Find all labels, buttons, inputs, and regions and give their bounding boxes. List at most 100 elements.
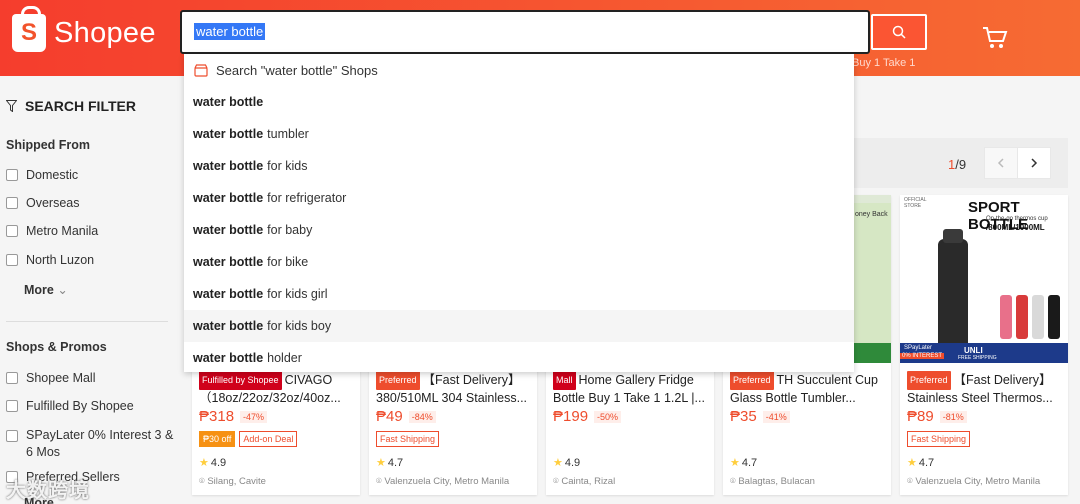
suggestion-item[interactable]: water bottle for baby	[184, 214, 854, 246]
product-rating: ★ 4.9	[199, 456, 226, 470]
checkbox[interactable]	[6, 197, 18, 209]
product-title-text: Home Gallery Fridge Bottle Buy 1 Take 1 …	[553, 373, 705, 405]
shipped-from-title: Shipped From	[6, 138, 91, 152]
product-title: Preferred 【Fast Delivery】Stainless Steel …	[907, 371, 1063, 405]
search-filter-sidebar: SEARCH FILTER Shipped From Domestic Over…	[0, 76, 180, 504]
product-card[interactable]: OFFICIAL STORE SPORT BOTTLE On-the-go th…	[900, 195, 1068, 495]
star-icon: ★	[907, 457, 917, 469]
product-rating: ★ 4.9	[553, 456, 581, 470]
shopee-logo[interactable]: S Shopee	[12, 6, 156, 52]
chevron-right-icon	[1031, 158, 1038, 168]
more-label: More	[24, 283, 54, 297]
search-input[interactable]: water bottle	[180, 10, 870, 54]
product-image-band	[851, 343, 891, 363]
checkbox[interactable]	[6, 372, 18, 384]
checkbox[interactable]	[6, 430, 18, 442]
checkbox[interactable]	[6, 169, 18, 181]
location-text: Valenzuela City, Metro Manila	[384, 476, 510, 487]
watermark: 大数跨境	[6, 480, 90, 502]
star-icon: ★	[730, 457, 740, 469]
suggestion-item[interactable]: water bottle tumbler	[184, 118, 854, 150]
divider	[6, 321, 168, 322]
suggestion-rest: for refrigerator	[267, 191, 347, 205]
search-icon	[892, 25, 906, 39]
product-title: Fulfilled by Shopee CIVAGO （18oz/22oz/32o…	[199, 371, 355, 405]
sport-bottle-sub: On-the-go thermos cup	[986, 216, 1048, 222]
star-icon: ★	[376, 457, 386, 469]
suggestion-bold: water bottle	[193, 159, 264, 173]
suggestion-bold: water bottle	[193, 287, 264, 301]
product-image: OFFICIAL STORE SPORT BOTTLE On-the-go th…	[900, 195, 1068, 363]
filter-option-spaylater[interactable]: SPayLater 0% Interest 3 & 6 Mos	[6, 427, 174, 461]
search-input-value: water bottle	[194, 23, 266, 40]
product-badges: Fast Shipping	[907, 431, 971, 447]
voucher-badge: ₱30 off	[199, 431, 236, 447]
product-image-bottle-silver	[1032, 295, 1044, 339]
product-rating: ★ 4.7	[730, 456, 757, 470]
prev-page-button[interactable]	[984, 147, 1018, 179]
product-title: Mall Home Gallery Fridge Bottle Buy 1 Tak…	[553, 371, 709, 405]
discount-badge: -41%	[762, 410, 790, 423]
chevron-left-icon	[997, 158, 1004, 168]
product-price: ₱35	[730, 408, 757, 425]
product-price: ₱199	[553, 408, 589, 425]
search-button[interactable]	[871, 14, 927, 50]
product-price: ₱89	[907, 408, 934, 425]
suggestion-bold: water bottle	[193, 95, 264, 109]
total-pages: /9	[955, 157, 967, 172]
checkbox[interactable]	[6, 400, 18, 412]
checkbox[interactable]	[6, 254, 18, 266]
next-page-button[interactable]	[1017, 147, 1051, 179]
product-location: ⌾ Valenzuela City, Metro Manila	[376, 476, 509, 487]
promo-link[interactable]: Buy 1 Take 1	[852, 57, 915, 69]
suggestion-item[interactable]: water bottle	[184, 86, 854, 118]
option-label: Metro Manila	[26, 224, 99, 238]
product-badges: Fast Shipping	[376, 431, 440, 447]
interest-label: 0% INTEREST	[900, 353, 945, 359]
option-label: SPayLater 0% Interest 3 & 6 Mos	[26, 428, 174, 459]
suggestion-rest: for bike	[267, 255, 309, 269]
suggestion-bold: water bottle	[193, 255, 264, 269]
filter-option-north-luzon[interactable]: North Luzon	[6, 253, 94, 267]
fast-shipping-badge: Fast Shipping	[376, 431, 440, 447]
option-label: Shopee Mall	[26, 371, 96, 385]
suggestion-item[interactable]: water bottle for refrigerator	[184, 182, 854, 214]
checkbox[interactable]	[6, 225, 18, 237]
suggestion-item[interactable]: water bottle for kids girl	[184, 278, 854, 310]
suggestion-shops-label: Search "water bottle" Shops	[216, 62, 378, 78]
product-price: ₱318	[199, 408, 235, 425]
price-row: ₱89 -81%	[907, 408, 967, 425]
filter-option-metro-manila[interactable]: Metro Manila	[6, 224, 98, 238]
filter-icon	[6, 100, 17, 112]
official-store-label: OFFICIAL STORE	[904, 197, 927, 209]
suggestion-item[interactable]: water bottle holder	[184, 342, 854, 374]
suggestion-shops[interactable]: Search "water bottle" Shops	[184, 54, 854, 86]
product-image-bottle	[938, 239, 968, 349]
suggestion-bold: water bottle	[193, 351, 264, 365]
filter-option-fulfilled[interactable]: Fulfilled By Shopee	[6, 399, 134, 413]
filter-option-overseas[interactable]: Overseas	[6, 196, 80, 210]
suggestion-item[interactable]: water bottle for kids	[184, 150, 854, 182]
page-indicator: 1/9	[948, 157, 966, 172]
shipped-from-more-button[interactable]: More ⌄	[24, 282, 68, 297]
option-label: Overseas	[26, 196, 80, 210]
rating-value: 4.9	[564, 456, 581, 469]
star-icon: ★	[199, 457, 209, 469]
suggestion-item[interactable]: water bottle for kids boy	[184, 310, 854, 342]
option-label: North Luzon	[26, 253, 95, 267]
filter-option-shopee-mall[interactable]: Shopee Mall	[6, 371, 96, 385]
rating-value: 4.7	[918, 456, 935, 469]
product-location: ⌾ Balagtas, Bulacan	[730, 476, 815, 487]
product-badges: ₱30 off Add-on Deal	[199, 431, 298, 447]
search-filter-heading: SEARCH FILTER	[6, 98, 136, 114]
product-rating: ★ 4.7	[907, 456, 935, 470]
cart-icon[interactable]	[982, 26, 1008, 55]
suggestion-item[interactable]: water bottle for bike	[184, 246, 854, 278]
filter-option-domestic[interactable]: Domestic	[6, 168, 78, 182]
option-label: Domestic	[26, 168, 79, 182]
sport-bottle-size: /800ML/1000ML	[986, 223, 1045, 232]
suggestion-rest: for baby	[267, 223, 313, 237]
discount-badge: -81%	[939, 410, 967, 423]
chevron-down-icon: ⌄	[57, 283, 68, 297]
location-text: Balagtas, Bulacan	[738, 476, 815, 487]
